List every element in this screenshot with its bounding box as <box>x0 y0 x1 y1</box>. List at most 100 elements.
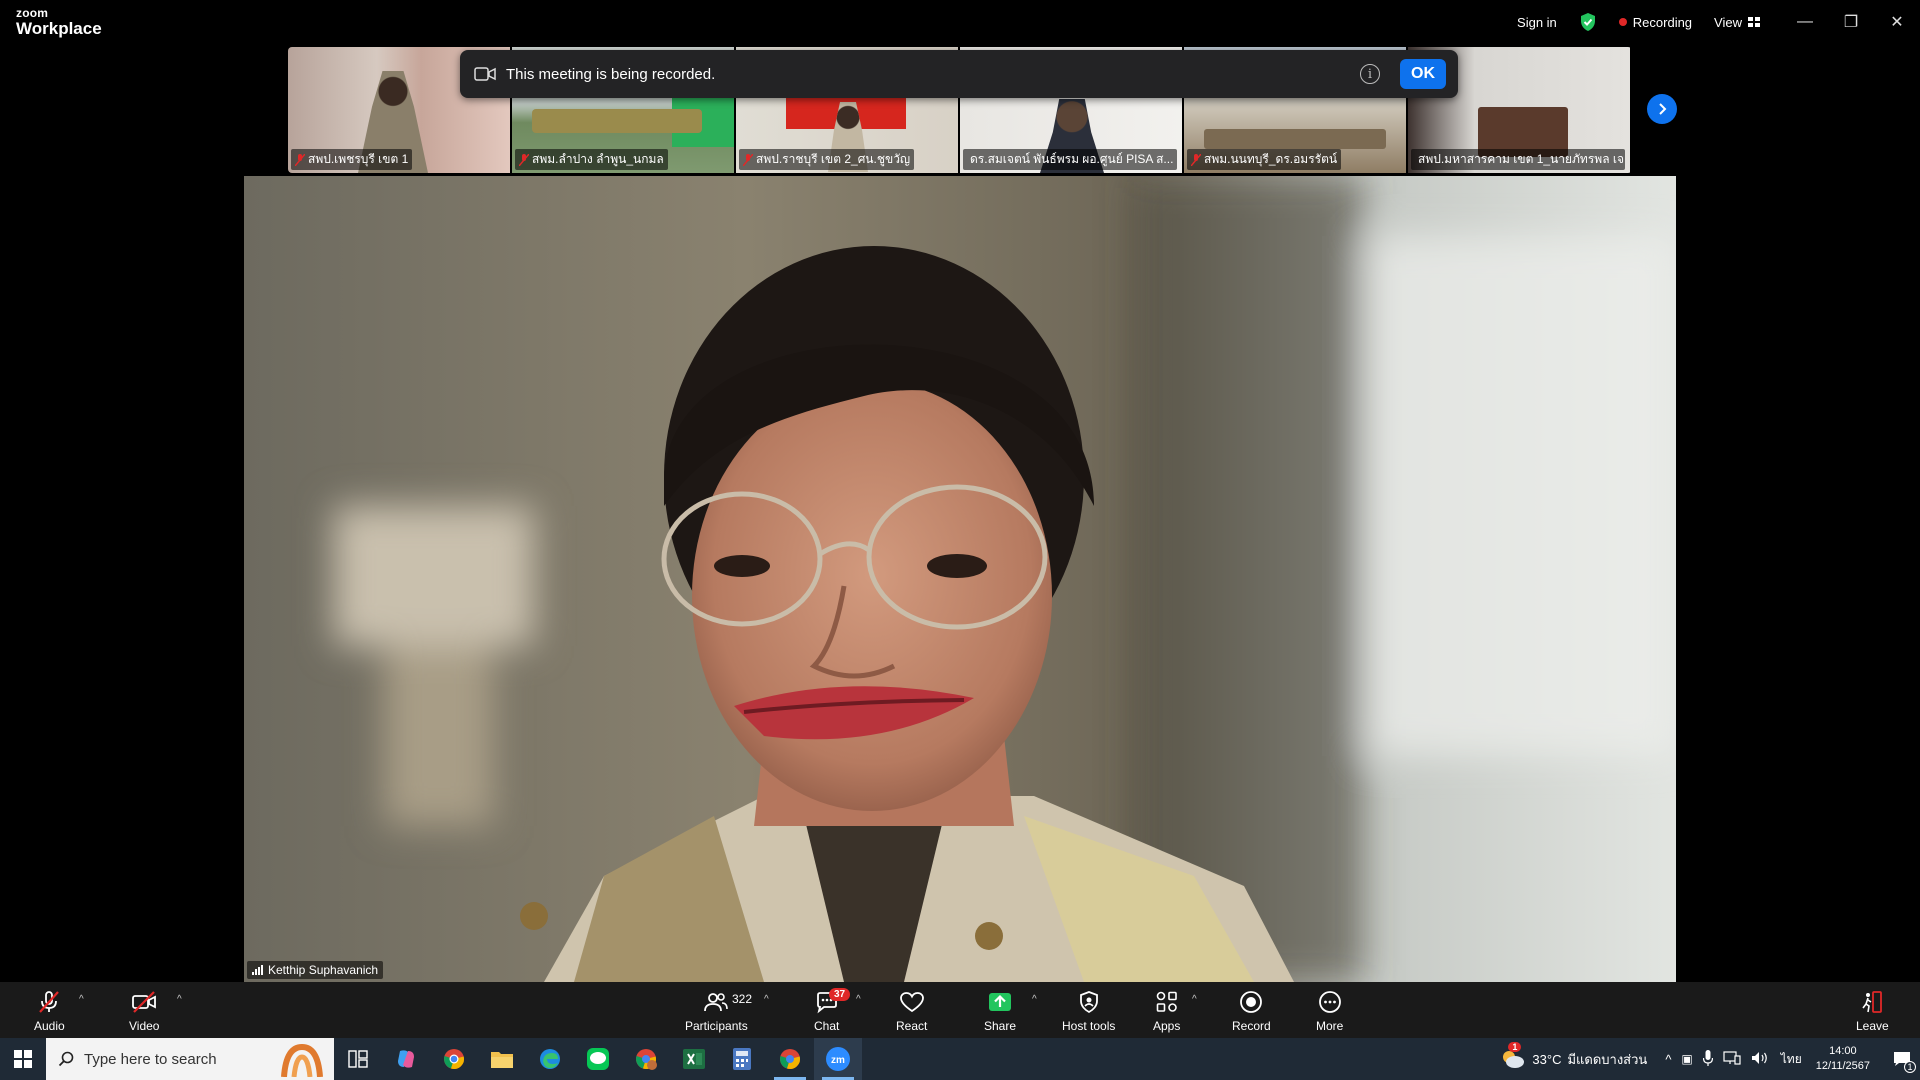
participant-name: สพม.ลำปาง ลำพูน_นกมล <box>515 149 668 170</box>
chat-options-chevron-icon[interactable]: ^ <box>856 994 861 1005</box>
mic-muted-icon <box>295 153 305 166</box>
share-screen-button[interactable]: Share <box>984 982 1016 1038</box>
share-options-chevron-icon[interactable]: ^ <box>1032 994 1037 1005</box>
chevron-right-icon <box>1659 103 1667 115</box>
participant-name-text: สพม.ลำปาง ลำพูน_นกมล <box>532 152 664 166</box>
mic-muted-icon <box>519 153 529 166</box>
close-window-icon[interactable]: ✕ <box>1874 0 1920 44</box>
taskbar-chrome[interactable] <box>430 1038 478 1080</box>
recording-notice-banner: This meeting is being recorded. i OK <box>460 50 1458 98</box>
participant-name: ดร.สมเจตน์ พันธ์พรม ผอ.ศูนย์ PISA ส... <box>963 149 1177 170</box>
chat-label: Chat <box>814 1019 840 1033</box>
taskbar-clock[interactable]: 14:00 12/11/2567 <box>1816 1044 1870 1074</box>
video-options-chevron-icon[interactable]: ^ <box>177 994 182 1005</box>
search-placeholder: Type here to search <box>84 1050 217 1068</box>
task-view-icon <box>348 1050 368 1068</box>
excel-icon <box>683 1049 705 1069</box>
taskbar-excel[interactable] <box>670 1038 718 1080</box>
react-button[interactable]: React <box>896 982 927 1038</box>
participant-name-text: สพม.นนทบุรี_ดร.อมรรัตน์ <box>1204 152 1338 166</box>
logo-brand: zoom <box>16 6 49 20</box>
svg-text:zm: zm <box>831 1055 845 1066</box>
restore-window-icon[interactable]: ❐ <box>1828 0 1874 44</box>
video-label: Video <box>129 1019 160 1033</box>
logo-product: Workplace <box>16 19 102 38</box>
recording-indicator[interactable]: Recording <box>1618 14 1693 30</box>
folder-icon <box>491 1052 513 1068</box>
minimize-window-icon[interactable]: — <box>1782 0 1828 44</box>
host-tools-shield-icon <box>1079 991 1098 1014</box>
copilot-icon <box>398 1050 414 1068</box>
system-tray: 1 33°C มีแดดบางส่วน ^ ▣ ไทย 14:00 12/11/… <box>1500 1038 1920 1080</box>
weather-temperature: 33°C <box>1532 1051 1562 1067</box>
volume-icon[interactable] <box>1751 1051 1769 1068</box>
active-speaker-video[interactable]: Ketthip Suphavanich <box>244 176 1676 982</box>
recording-label: Recording <box>1632 14 1693 30</box>
calculator-icon <box>733 1048 751 1070</box>
mic-muted-icon <box>743 153 753 166</box>
taskbar-edge[interactable] <box>526 1038 574 1080</box>
mic-muted-icon <box>1191 153 1201 166</box>
audio-button[interactable]: Audio <box>34 982 65 1038</box>
taskbar-line[interactable] <box>574 1038 622 1080</box>
leave-door-icon <box>1862 991 1883 1013</box>
weather-widget[interactable]: 1 33°C มีแดดบางส่วน <box>1500 1042 1647 1070</box>
search-icon <box>58 1051 74 1067</box>
taskbar-search-box[interactable]: Type here to search <box>46 1038 334 1080</box>
participant-name-text: สพป.มหาสารคาม เขต 1_นายภัทรพล เจ... <box>1418 152 1625 166</box>
taskbar-zoom[interactable]: zm <box>814 1038 862 1080</box>
participants-count: 322 <box>732 992 753 1006</box>
recording-notice-text: This meeting is being recorded. <box>506 65 716 83</box>
speaker-video-frame <box>244 176 1676 982</box>
chat-unread-badge: 37 <box>829 988 851 1001</box>
start-button[interactable] <box>0 1038 46 1080</box>
meet-now-icon[interactable]: ▣ <box>1681 1052 1692 1066</box>
recording-camera-icon <box>474 67 496 81</box>
participants-icon <box>704 993 729 1012</box>
taskbar-copilot[interactable] <box>382 1038 430 1080</box>
taskbar-file-explorer[interactable] <box>478 1038 526 1080</box>
participants-button[interactable]: Participants <box>685 982 748 1038</box>
host-tools-label: Host tools <box>1062 1019 1116 1033</box>
chrome-window-icon <box>780 1049 801 1069</box>
search-highlight-illustration-icon <box>281 1043 323 1077</box>
sign-in-link[interactable]: Sign in <box>1517 15 1557 30</box>
chrome-icon <box>444 1049 465 1069</box>
network-icon[interactable] <box>1723 1050 1741 1068</box>
notifications-button[interactable]: 1 <box>1884 1038 1920 1080</box>
more-button[interactable]: More <box>1316 982 1343 1038</box>
record-label: Record <box>1232 1019 1271 1033</box>
audio-label: Audio <box>34 1019 65 1033</box>
clock-time: 14:00 <box>1829 1045 1857 1057</box>
speaker-name-label: Ketthip Suphavanich <box>247 961 384 979</box>
show-hidden-icons-chevron-icon[interactable]: ^ <box>1665 1052 1671 1067</box>
participants-options-chevron-icon[interactable]: ^ <box>764 994 769 1005</box>
view-menu-button[interactable]: View <box>1714 15 1760 30</box>
taskbar-calculator[interactable] <box>718 1038 766 1080</box>
leave-label: Leave <box>1856 1019 1889 1033</box>
gallery-next-page-button[interactable] <box>1647 94 1677 124</box>
video-button[interactable]: Video <box>129 982 159 1038</box>
meeting-toolbar: Audio ^ Video ^ Participants 322 ^ Chat … <box>0 982 1920 1038</box>
leave-button[interactable]: Leave <box>1856 982 1889 1038</box>
zoom-workplace-logo: zoom Workplace <box>16 7 102 37</box>
more-label: More <box>1316 1019 1344 1033</box>
windows-logo-icon <box>14 1050 32 1068</box>
input-language-indicator[interactable]: ไทย <box>1781 1050 1802 1069</box>
apps-button[interactable]: Apps <box>1153 982 1180 1038</box>
record-icon <box>1240 991 1263 1013</box>
info-icon[interactable]: i <box>1360 64 1380 84</box>
apps-options-chevron-icon[interactable]: ^ <box>1192 994 1197 1005</box>
taskbar-chrome-profile[interactable] <box>622 1038 670 1080</box>
ok-button[interactable]: OK <box>1400 59 1446 89</box>
taskbar-chrome-window[interactable] <box>766 1038 814 1080</box>
microphone-tray-icon[interactable] <box>1702 1049 1713 1069</box>
host-tools-button[interactable]: Host tools <box>1062 982 1115 1038</box>
encryption-shield-icon[interactable] <box>1579 12 1597 32</box>
windows-taskbar: Type here to search zm 1 33°C มีแดดบางส่… <box>0 1038 1920 1080</box>
task-view-button[interactable] <box>334 1038 382 1080</box>
react-label: React <box>896 1019 928 1033</box>
audio-options-chevron-icon[interactable]: ^ <box>79 994 84 1005</box>
record-button[interactable]: Record <box>1232 982 1271 1038</box>
weather-alert-badge: 1 <box>1508 1042 1522 1052</box>
